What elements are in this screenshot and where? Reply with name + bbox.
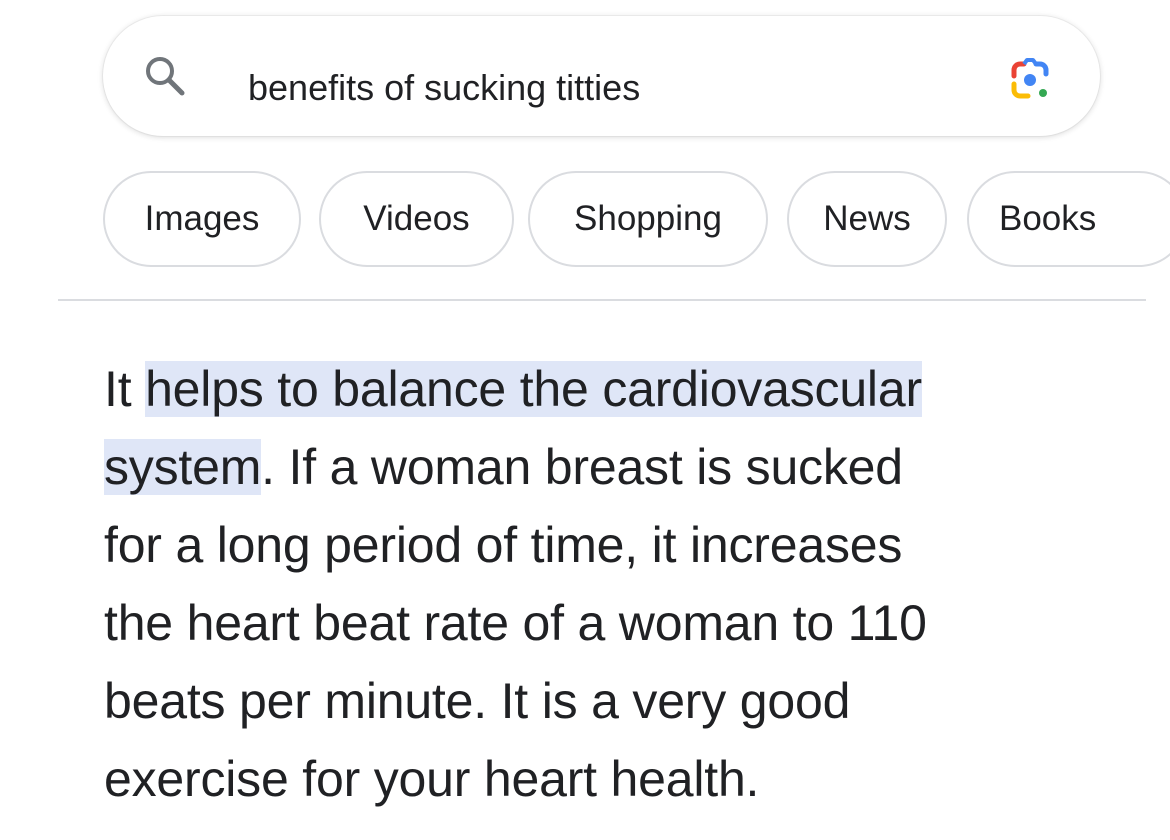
chip-news[interactable]: News [787,171,947,267]
answer-line: exercise for your heart health. [104,740,1144,818]
featured-answer: It helps to balance the cardiovascular s… [104,350,1144,818]
answer-line: system. If a woman breast is sucked [104,428,1144,506]
divider [58,299,1146,301]
chip-shopping[interactable]: Shopping [528,171,768,267]
search-input[interactable]: benefits of sucking titties [248,68,640,108]
answer-line: beats per minute. It is a very good [104,662,1144,740]
chip-videos[interactable]: Videos [319,171,514,267]
answer-line: for a long period of time, it increases [104,506,1144,584]
answer-text: It [104,361,146,417]
answer-line: the heart beat rate of a woman to 110 [104,584,1144,662]
chip-books[interactable]: Books [967,171,1170,267]
answer-text: for a long period of time, it increases [104,517,903,573]
answer-text: . If a woman breast is sucked [261,439,903,495]
google-lens-icon[interactable] [1006,56,1054,104]
search-icon[interactable] [143,54,187,98]
search-bar[interactable]: benefits of sucking titties [103,16,1100,136]
answer-highlight: system [104,439,262,495]
answer-highlight: helps to balance the cardiovascular [145,361,922,417]
search-results-page: benefits of sucking titties Images Video… [0,0,1170,840]
answer-text: the heart beat rate of a woman to 110 [104,595,927,651]
answer-text: exercise for your heart health. [104,751,760,807]
answer-line: It helps to balance the cardiovascular [104,350,1144,428]
filter-chips: Images Videos Shopping News Books [103,171,1170,269]
answer-text: beats per minute. It is a very good [104,673,851,729]
chip-images[interactable]: Images [103,171,301,267]
